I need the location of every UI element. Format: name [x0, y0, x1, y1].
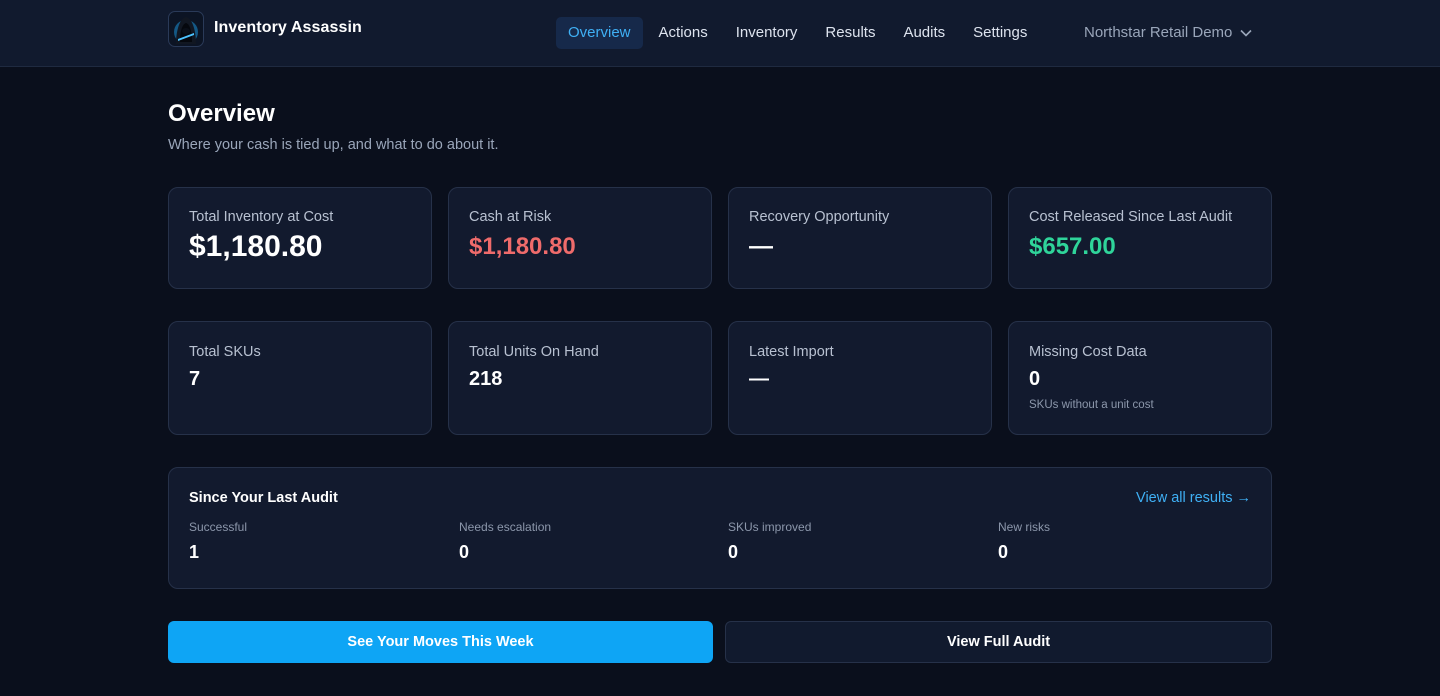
nav-actions[interactable]: Actions [647, 17, 720, 49]
see-your-moves-button[interactable]: See Your Moves This Week [168, 621, 713, 663]
page-subtitle: Where your cash is tied up, and what to … [168, 137, 499, 153]
stat-value: 0 [998, 542, 1009, 562]
nav-settings[interactable]: Settings [961, 17, 1039, 49]
stat-skus-improved: SKUs improved 0 [728, 520, 811, 563]
metric-card-recovery-opportunity: Recovery Opportunity — [728, 187, 992, 289]
last-audit-title: Since Your Last Audit [189, 490, 338, 506]
metric-label: Total Units On Hand [469, 344, 599, 360]
metric-card-total-skus: Total SKUs 7 [168, 321, 432, 435]
metric-label: Recovery Opportunity [749, 209, 890, 225]
nav-inventory[interactable]: Inventory [724, 17, 810, 49]
metric-value: — [749, 368, 769, 390]
app-name: Inventory Assassin [214, 19, 362, 36]
organization-name: Northstar Retail Demo [1084, 24, 1233, 41]
nav-audits[interactable]: Audits [891, 17, 957, 49]
stat-value: 0 [459, 542, 470, 562]
nav-overview[interactable]: Overview [556, 17, 643, 49]
stat-value: 0 [728, 542, 739, 562]
main-nav: Overview Actions Inventory Results Audit… [556, 17, 1043, 49]
organization-selector[interactable]: Northstar Retail Demo [1084, 17, 1252, 49]
stat-label: New risks [998, 520, 1051, 534]
stat-value: 1 [189, 542, 200, 562]
nav-results[interactable]: Results [813, 17, 887, 49]
metric-value: $1,180.80 [469, 233, 576, 260]
metric-label: Cash at Risk [469, 209, 552, 225]
metric-value: $1,180.80 [189, 230, 323, 263]
metric-label: Cost Released Since Last Audit [1029, 209, 1233, 225]
metric-label: Total SKUs [189, 344, 261, 360]
metric-card-missing-cost-data: Missing Cost Data 0 SKUs without a unit … [1008, 321, 1272, 435]
view-all-results-link[interactable]: View all results → [1136, 490, 1251, 506]
stat-label: Needs escalation [459, 520, 552, 534]
view-full-audit-button[interactable]: View Full Audit [725, 621, 1272, 663]
metric-label: Total Inventory at Cost [189, 209, 334, 225]
stat-successful: Successful 1 [189, 520, 247, 563]
metric-card-cost-released: Cost Released Since Last Audit $657.00 [1008, 187, 1272, 289]
metric-value: 0 [1029, 368, 1041, 390]
brand[interactable]: Inventory Assassin [168, 11, 362, 47]
metric-note: SKUs without a unit cost [1029, 399, 1154, 411]
metric-value: 7 [189, 368, 201, 390]
metric-value: — [749, 233, 773, 260]
metric-card-total-units: Total Units On Hand 218 [448, 321, 712, 435]
chevron-down-icon [1240, 29, 1252, 37]
metric-card-cash-at-risk: Cash at Risk $1,180.80 [448, 187, 712, 289]
stat-label: SKUs improved [728, 520, 812, 534]
metric-card-total-inventory: Total Inventory at Cost $1,180.80 [168, 187, 432, 289]
metric-label: Latest Import [749, 344, 834, 360]
stat-needs-escalation: Needs escalation 0 [459, 520, 551, 563]
metric-value: $657.00 [1029, 233, 1116, 260]
stat-label: Successful [189, 520, 248, 534]
hooded-assassin-logo-icon [168, 11, 204, 47]
top-navbar: Inventory Assassin Overview Actions Inve… [0, 0, 1440, 67]
last-audit-panel: Since Your Last Audit View all results →… [168, 467, 1272, 589]
page-title: Overview [168, 100, 275, 127]
metric-value: 218 [469, 368, 503, 390]
stat-new-risks: New risks 0 [998, 520, 1050, 563]
metric-label: Missing Cost Data [1029, 344, 1147, 360]
metric-card-latest-import: Latest Import — [728, 321, 992, 435]
